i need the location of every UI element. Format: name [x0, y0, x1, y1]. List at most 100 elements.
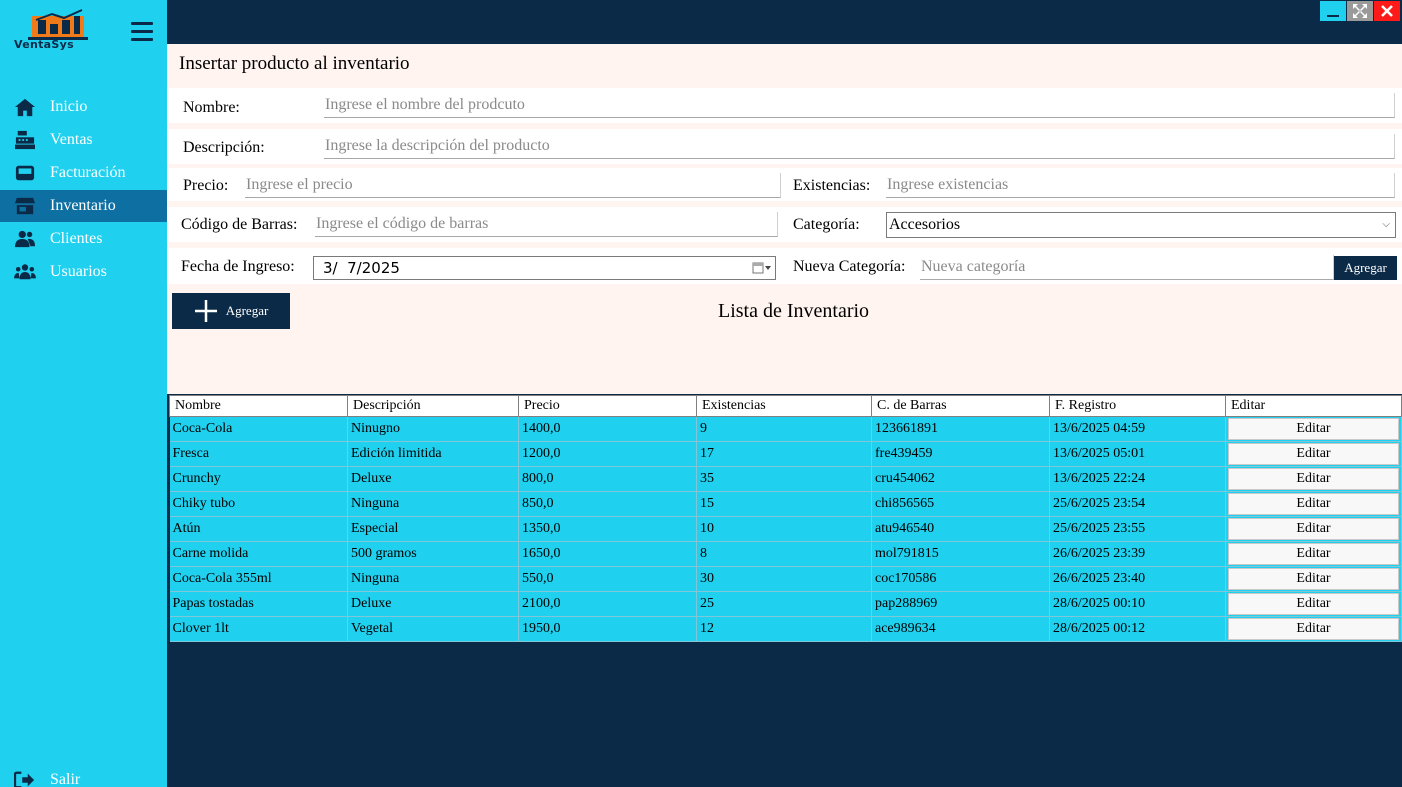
- table-cell[interactable]: 26/6/2025 23:39: [1049, 541, 1226, 567]
- column-header[interactable]: F. Registro: [1049, 395, 1226, 417]
- table-cell[interactable]: 2100,0: [518, 591, 697, 617]
- sidebar-item-clientes[interactable]: Clientes: [0, 223, 167, 255]
- table-cell[interactable]: 500 gramos: [347, 541, 519, 567]
- table-row[interactable]: Coca-Cola 355ml Ninguna 550,0 30 coc170586 26…: [169, 566, 1402, 592]
- table-cell[interactable]: pap288969: [871, 591, 1050, 617]
- table-cell[interactable]: Coca-Cola 355ml: [169, 566, 348, 592]
- calendar-icon[interactable]: [752, 261, 772, 275]
- table-cell[interactable]: Crunchy: [169, 466, 348, 492]
- table-cell[interactable]: 800,0: [518, 466, 697, 492]
- table-cell[interactable]: 15: [696, 491, 872, 517]
- table-cell[interactable]: 850,0: [518, 491, 697, 517]
- table-cell[interactable]: 123661891: [871, 416, 1050, 442]
- table-cell[interactable]: 12: [696, 616, 872, 642]
- close-button[interactable]: [1374, 1, 1400, 21]
- sidebar-item-inventario[interactable]: Inventario: [0, 190, 167, 222]
- table-cell[interactable]: 28/6/2025 00:10: [1049, 591, 1226, 617]
- table-cell[interactable]: Especial: [347, 516, 519, 542]
- codigo-input[interactable]: [315, 212, 778, 237]
- table-cell[interactable]: Ninguna: [347, 491, 519, 517]
- categoria-select[interactable]: Accesorios ⌵: [886, 212, 1396, 238]
- table-row[interactable]: Chiky tubo Ninguna 850,0 15 chi856565 25/6/20…: [169, 491, 1402, 517]
- fecha-picker[interactable]: 3/ 7/2025: [313, 256, 776, 280]
- table-cell[interactable]: Vegetal: [347, 616, 519, 642]
- table-cell[interactable]: ace989634: [871, 616, 1050, 642]
- table-cell[interactable]: 25/6/2025 23:54: [1049, 491, 1226, 517]
- logout-button[interactable]: Salir: [0, 764, 167, 787]
- table-cell[interactable]: Atún: [169, 516, 348, 542]
- table-row[interactable]: Fresca Edición limitida 1200,0 17 fre439459 1…: [169, 441, 1402, 467]
- table-cell[interactable]: 550,0: [518, 566, 697, 592]
- table-cell[interactable]: Edición limitida: [347, 441, 519, 467]
- table-cell[interactable]: 17: [696, 441, 872, 467]
- sidebar-item-facturacion[interactable]: Facturación: [0, 157, 167, 189]
- table-cell[interactable]: 13/6/2025 22:24: [1049, 466, 1226, 492]
- table-row[interactable]: Coca-Cola Ninugno 1400,0 9 123661891 13/6/202…: [169, 416, 1402, 442]
- column-header[interactable]: Existencias: [696, 395, 872, 417]
- table-cell[interactable]: fre439459: [871, 441, 1050, 467]
- edit-button[interactable]: Editar: [1228, 618, 1399, 640]
- table-cell[interactable]: 10: [696, 516, 872, 542]
- edit-button[interactable]: Editar: [1228, 518, 1399, 540]
- column-header[interactable]: Editar: [1225, 395, 1402, 417]
- table-cell[interactable]: 25: [696, 591, 872, 617]
- edit-button[interactable]: Editar: [1228, 543, 1399, 565]
- sidebar-item-inicio[interactable]: Inicio: [0, 91, 167, 123]
- table-cell[interactable]: 28/6/2025 00:12: [1049, 616, 1226, 642]
- column-header[interactable]: C. de Barras: [871, 395, 1050, 417]
- precio-input[interactable]: [245, 173, 781, 198]
- table-cell[interactable]: 1650,0: [518, 541, 697, 567]
- table-cell[interactable]: chi856565: [871, 491, 1050, 517]
- table-cell[interactable]: 1350,0: [518, 516, 697, 542]
- column-header[interactable]: Descripción: [347, 395, 519, 417]
- table-cell[interactable]: Chiky tubo: [169, 491, 348, 517]
- table-cell[interactable]: 30: [696, 566, 872, 592]
- table-cell[interactable]: 1950,0: [518, 616, 697, 642]
- maximize-button[interactable]: [1347, 1, 1373, 21]
- table-cell[interactable]: coc170586: [871, 566, 1050, 592]
- edit-button[interactable]: Editar: [1228, 418, 1399, 440]
- table-cell[interactable]: 13/6/2025 04:59: [1049, 416, 1226, 442]
- column-header[interactable]: Nombre: [169, 395, 348, 417]
- table-cell[interactable]: 1200,0: [518, 441, 697, 467]
- edit-button[interactable]: Editar: [1228, 493, 1399, 515]
- edit-button[interactable]: Editar: [1228, 593, 1399, 615]
- table-cell[interactable]: 9: [696, 416, 872, 442]
- existencias-input[interactable]: [886, 173, 1395, 198]
- table-cell[interactable]: Fresca: [169, 441, 348, 467]
- add-product-button[interactable]: Agregar: [172, 293, 290, 329]
- descripcion-input[interactable]: [324, 134, 1395, 159]
- table-cell[interactable]: 25/6/2025 23:55: [1049, 516, 1226, 542]
- column-header[interactable]: Precio: [518, 395, 697, 417]
- table-cell[interactable]: mol791815: [871, 541, 1050, 567]
- table-cell[interactable]: 1400,0: [518, 416, 697, 442]
- table-cell[interactable]: Coca-Cola: [169, 416, 348, 442]
- table-cell[interactable]: 13/6/2025 05:01: [1049, 441, 1226, 467]
- nueva-categoria-input[interactable]: [920, 255, 1334, 280]
- edit-button[interactable]: Editar: [1228, 468, 1399, 490]
- table-cell[interactable]: Deluxe: [347, 466, 519, 492]
- table-cell[interactable]: Ninguna: [347, 566, 519, 592]
- table-cell[interactable]: Clover 1lt: [169, 616, 348, 642]
- sidebar-item-ventas[interactable]: Ventas: [0, 124, 167, 156]
- table-cell[interactable]: cru454062: [871, 466, 1050, 492]
- table-cell[interactable]: Papas tostadas: [169, 591, 348, 617]
- table-cell[interactable]: Carne molida: [169, 541, 348, 567]
- menu-toggle-icon[interactable]: [131, 22, 153, 42]
- table-row[interactable]: Clover 1lt Vegetal 1950,0 12 ace989634 28/6/2…: [169, 616, 1402, 642]
- table-row[interactable]: Atún Especial 1350,0 10 atu946540 25/6/2025 2…: [169, 516, 1402, 542]
- table-row[interactable]: Carne molida 500 gramos 1650,0 8 mol791815 26…: [169, 541, 1402, 567]
- add-category-button[interactable]: Agregar: [1334, 256, 1397, 280]
- table-row[interactable]: Papas tostadas Deluxe 2100,0 25 pap288969 28/…: [169, 591, 1402, 617]
- nombre-input[interactable]: [324, 93, 1395, 118]
- table-cell[interactable]: atu946540: [871, 516, 1050, 542]
- edit-button[interactable]: Editar: [1228, 568, 1399, 590]
- table-cell[interactable]: 35: [696, 466, 872, 492]
- table-row[interactable]: Crunchy Deluxe 800,0 35 cru454062 13/6/2025 2…: [169, 466, 1402, 492]
- table-cell[interactable]: 26/6/2025 23:40: [1049, 566, 1226, 592]
- sidebar-item-usuarios[interactable]: Usuarios: [0, 256, 167, 288]
- edit-button[interactable]: Editar: [1228, 443, 1399, 465]
- table-cell[interactable]: Ninugno: [347, 416, 519, 442]
- table-cell[interactable]: Deluxe: [347, 591, 519, 617]
- table-cell[interactable]: 8: [696, 541, 872, 567]
